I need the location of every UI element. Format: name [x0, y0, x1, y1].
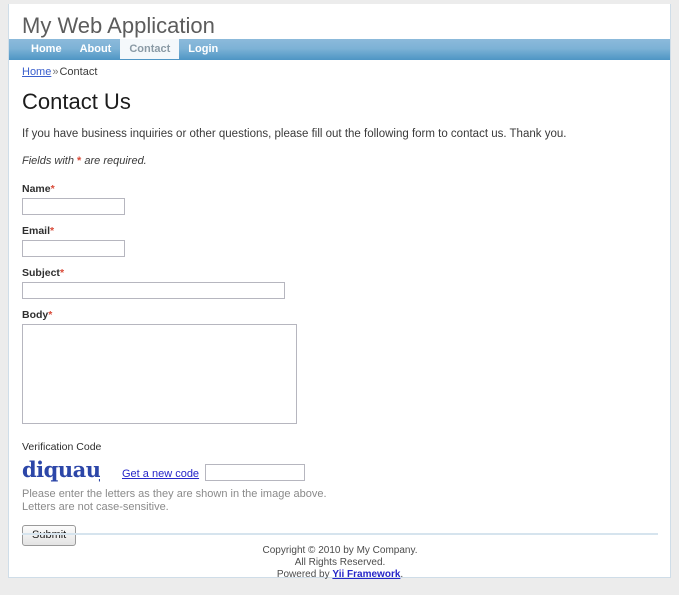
form-row-email: Email* [22, 225, 658, 257]
note-suffix: are required. [81, 155, 147, 167]
email-input[interactable] [22, 240, 125, 257]
captcha-image: diquauj [22, 456, 100, 482]
page-container: My Web Application Home About Contact Lo… [8, 4, 671, 581]
note-prefix: Fields with [22, 155, 78, 167]
label-name-text: Name [22, 183, 51, 195]
footer-powered-suffix: . [400, 569, 404, 580]
main-navigation: Home About Contact Login [9, 39, 670, 60]
nav-item-login[interactable]: Login [179, 39, 227, 60]
subject-input[interactable] [22, 282, 285, 299]
footer-powered-prefix: Powered by [276, 569, 333, 580]
captcha-hint: Please enter the letters as they are sho… [22, 488, 658, 514]
verification-code-input[interactable] [205, 464, 306, 481]
page-title: My Web Application [22, 13, 215, 38]
contact-form: Name* Email* Subject* Body* Verification… [22, 183, 658, 546]
required-fields-note: Fields with * are required. [22, 155, 658, 167]
nav-link-about[interactable]: About [71, 39, 121, 59]
nav-item-contact[interactable]: Contact [120, 39, 180, 60]
breadcrumb-link-home[interactable]: Home [22, 66, 51, 78]
label-subject: Subject* [22, 267, 658, 279]
label-name-required: * [50, 183, 55, 195]
body-textarea[interactable] [22, 324, 297, 424]
name-input[interactable] [22, 198, 125, 215]
label-email-text: Email [22, 225, 51, 237]
main-content: Contact Us If you have business inquirie… [22, 84, 658, 546]
label-body-required: * [48, 309, 53, 321]
captcha-hint-line2: Letters are not case-sensitive. [22, 501, 169, 513]
form-row-body: Body* [22, 309, 658, 427]
label-subject-text: Subject [22, 267, 60, 279]
content-intro: If you have business inquiries or other … [22, 128, 567, 140]
nav-item-about[interactable]: About [71, 39, 121, 60]
label-name: Name* [22, 183, 658, 195]
breadcrumb-current: Contact [59, 66, 98, 78]
nav-link-login[interactable]: Login [179, 39, 227, 59]
breadcrumb: Home»Contact [22, 66, 97, 78]
label-body-text: Body [22, 309, 49, 321]
nav-item-home[interactable]: Home [22, 39, 71, 60]
site-header: My Web Application [9, 4, 670, 39]
yii-framework-link[interactable]: Yii Framework [332, 569, 400, 580]
site-footer: Copyright © 2010 by My Company. All Righ… [22, 533, 658, 581]
footer-copyright: Copyright © 2010 by My Company. [262, 545, 418, 556]
captcha-hint-line1: Please enter the letters as they are sho… [22, 488, 327, 500]
get-new-code-link[interactable]: Get a new code [122, 468, 199, 480]
label-verification-code: Verification Code [22, 441, 102, 453]
form-row-subject: Subject* [22, 267, 658, 299]
nav-link-contact[interactable]: Contact [120, 39, 180, 59]
label-subject-required: * [59, 267, 65, 279]
label-body: Body* [22, 309, 658, 321]
label-email: Email* [22, 225, 658, 237]
footer-powered: Powered by Yii Framework. [22, 569, 658, 581]
footer-rights: All Rights Reserved. [294, 557, 386, 568]
captcha-line: diquauj Get a new code [22, 455, 658, 483]
content-heading: Contact Us [22, 89, 131, 114]
form-row-name: Name* [22, 183, 658, 215]
nav-link-home[interactable]: Home [22, 39, 71, 59]
label-email-required: * [50, 225, 55, 237]
form-row-captcha: Verification Code diquauj Get a new code… [22, 441, 658, 514]
nav-list: Home About Contact Login [9, 39, 670, 60]
